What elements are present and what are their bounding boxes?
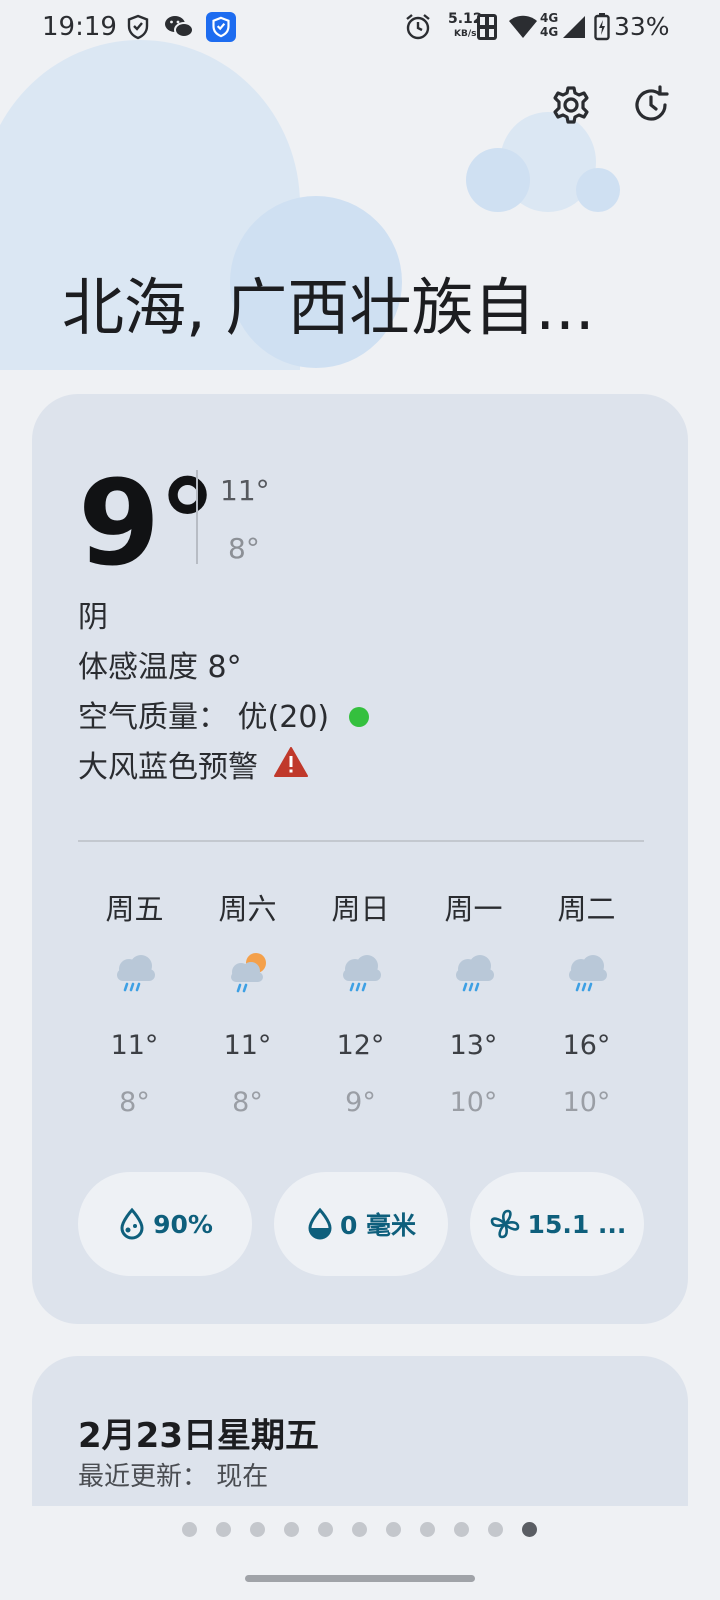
warning-triangle-icon <box>273 746 308 785</box>
air-quality-status-dot <box>348 706 369 727</box>
shield-icon <box>126 12 150 42</box>
temperature-divider <box>196 470 198 564</box>
background-cloud <box>466 148 530 212</box>
page-indicator[interactable] <box>182 1522 556 1537</box>
air-quality-label: 空气质量： <box>78 700 228 735</box>
forecast-day-name: 周一 <box>444 892 503 926</box>
page-dot[interactable] <box>488 1522 503 1537</box>
feels-like-text: 体感温度 8° <box>78 650 242 685</box>
battery-icon <box>594 12 610 42</box>
net-speed-unit: KB/s <box>454 29 477 39</box>
forecast-day[interactable]: 周二 16° 10° <box>530 886 643 1118</box>
page-dot[interactable] <box>284 1522 299 1537</box>
forecast-day[interactable]: 周一 13° 10° <box>417 886 530 1118</box>
hd-icon <box>476 12 498 42</box>
wifi-icon <box>508 12 538 42</box>
forecast-day-name: 周日 <box>331 892 390 926</box>
forecast-low: 8° <box>119 1087 150 1118</box>
precipitation-value: 0 毫米 <box>339 1211 417 1240</box>
forecast-high: 13° <box>449 1030 498 1061</box>
card-divider <box>78 840 644 842</box>
status-bar: 19:19 5.12 KB/s 4G 4G 33% <box>0 0 720 56</box>
forecast-day[interactable]: 周六 11° 8° <box>191 886 304 1118</box>
settings-button[interactable] <box>546 82 596 132</box>
forecast-day[interactable]: 周日 12° 9° <box>304 886 417 1118</box>
date-title: 2月23日星期五 <box>78 1416 319 1456</box>
current-temperature: 9° <box>78 454 217 592</box>
page-dot[interactable] <box>216 1522 231 1537</box>
today-low: 8° <box>228 532 260 565</box>
page-dot[interactable] <box>420 1522 435 1537</box>
page-dot[interactable] <box>182 1522 197 1537</box>
background-cloud <box>576 168 620 212</box>
page-dot-active[interactable] <box>522 1522 537 1537</box>
humidity-chip[interactable]: 90% <box>78 1172 252 1276</box>
vpn-shield-icon <box>206 12 236 42</box>
forecast-day[interactable]: 周五 11° 8° <box>78 886 191 1118</box>
city-title[interactable]: 北海, 广西壮族自... <box>62 270 622 346</box>
page-dot[interactable] <box>352 1522 367 1537</box>
daily-forecast: 周五 11° 8° 周六 11° 8° 周日 12° 9° 周一 13° 10°… <box>78 886 644 1118</box>
wind-value: 15.1 ... <box>527 1209 627 1239</box>
wechat-icon <box>164 12 194 42</box>
last-updated: 最近更新： 现在 <box>78 1462 269 1492</box>
home-gesture-bar[interactable] <box>245 1575 475 1582</box>
history-button[interactable] <box>626 82 676 132</box>
rain-cloud-icon <box>417 944 530 1004</box>
forecast-low: 10° <box>562 1087 611 1118</box>
wind-chip[interactable]: 15.1 ... <box>470 1172 644 1276</box>
page-dot[interactable] <box>454 1522 469 1537</box>
signal-icon <box>562 12 586 42</box>
forecast-low: 10° <box>449 1087 498 1118</box>
forecast-high: 12° <box>336 1030 385 1061</box>
forecast-low: 9° <box>345 1087 376 1118</box>
forecast-high: 11° <box>110 1030 159 1061</box>
page-dot[interactable] <box>318 1522 333 1537</box>
network-type-1: 4G <box>540 11 559 25</box>
history-icon <box>631 85 671 129</box>
forecast-day-name: 周五 <box>105 892 164 926</box>
page-dot[interactable] <box>250 1522 265 1537</box>
gear-icon <box>551 85 591 129</box>
humidity-value: 90% <box>153 1209 213 1239</box>
air-quality-value: 优(20) <box>237 700 330 735</box>
status-time: 19:19 <box>42 12 117 42</box>
rain-cloud-icon <box>78 944 191 1004</box>
condition-text: 阴 <box>78 600 108 635</box>
bottom-area <box>0 1506 720 1600</box>
alarm-icon <box>404 12 432 42</box>
humidity-icon <box>120 1207 144 1240</box>
weather-warning-row[interactable]: 大风蓝色预警 <box>78 742 308 786</box>
forecast-day-name: 周六 <box>218 892 277 926</box>
today-high: 11° <box>220 474 270 507</box>
battery-percent: 33% <box>614 12 670 41</box>
water-drop-icon <box>308 1207 332 1240</box>
forecast-high: 16° <box>562 1030 611 1061</box>
weather-warning-text: 大风蓝色预警 <box>78 750 258 785</box>
rain-cloud-icon <box>304 944 417 1004</box>
precipitation-chip[interactable]: 0 毫米 <box>274 1172 448 1276</box>
forecast-low: 8° <box>232 1087 263 1118</box>
forecast-high: 11° <box>223 1030 272 1061</box>
air-quality-row[interactable]: 空气质量： 优(20) <box>78 692 369 736</box>
fan-icon <box>490 1209 519 1239</box>
page-dot[interactable] <box>386 1522 401 1537</box>
network-type-2: 4G <box>540 25 559 39</box>
forecast-day-name: 周二 <box>557 892 616 926</box>
sun-rain-cloud-icon <box>191 944 304 1004</box>
rain-cloud-icon <box>530 944 643 1004</box>
